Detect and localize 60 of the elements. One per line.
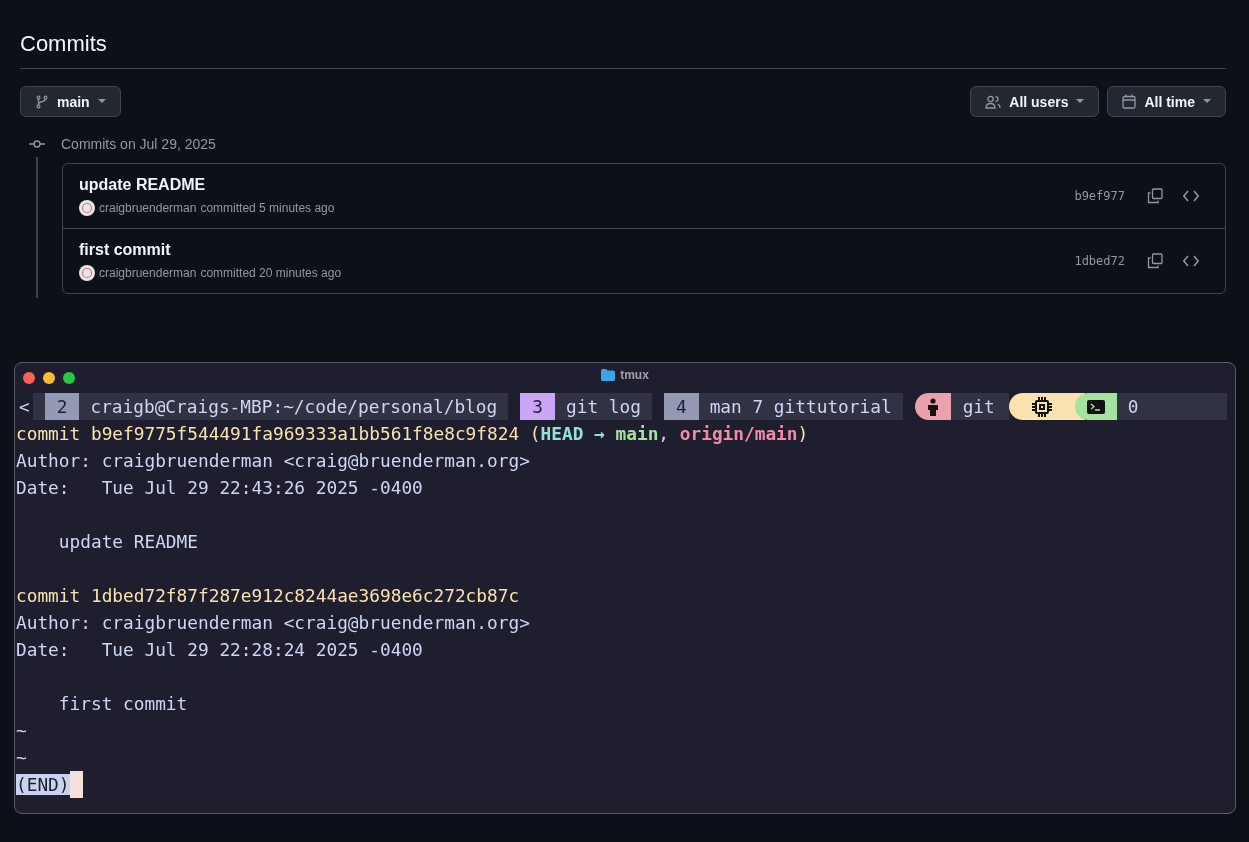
code-icon[interactable] [1183, 255, 1199, 267]
close-icon[interactable] [23, 372, 35, 384]
minimize-icon[interactable] [43, 372, 55, 384]
empty-line-marker: ~ [16, 720, 27, 741]
group-heading: Commits on Jul 29, 2025 [61, 136, 216, 152]
copy-icon[interactable] [1147, 188, 1163, 204]
head-ref-text: HEAD → [540, 423, 606, 444]
caret-icon [97, 99, 106, 104]
commit-message-link[interactable]: first commit [79, 241, 1061, 259]
window-name-tab[interactable]: git log [554, 393, 652, 420]
terminal-text: Author: craigbruenderman <craig@bruenderman.org> [16, 450, 530, 471]
avatar-icon [79, 265, 95, 281]
remote-ref-text: origin/main [679, 423, 798, 444]
commit-hash-text: commit b9ef9775f544491fa969333a1bb561f8e8c9f824 [16, 423, 520, 444]
pager-end-text: (END) [16, 774, 70, 795]
author-link[interactable]: craigbruenderman [99, 201, 197, 215]
commit-message-link[interactable]: update README [79, 176, 1061, 194]
terminal-text: Author: craigbruenderman <craig@bruenderman.org> [16, 612, 530, 633]
branch-button[interactable]: main [20, 86, 121, 117]
session-name: git [950, 393, 1009, 420]
empty-line-marker: ~ [16, 747, 27, 768]
commit-time-text: committed 20 minutes ago [200, 266, 342, 280]
copy-icon[interactable] [1147, 253, 1163, 269]
commit-hash-text: ) [797, 423, 809, 444]
commit-hash-text: ( [528, 423, 541, 444]
commit-hash-text: commit 1dbed72f87f287e912c8244ae3698e6c272cb87c [16, 585, 520, 606]
branch-ref-text: main [615, 423, 659, 444]
avatar-icon [79, 200, 95, 216]
people-icon [985, 94, 1002, 109]
commit-sha-link[interactable]: 1dbed72 [1074, 254, 1125, 268]
terminal-text: , [658, 423, 671, 444]
status-text: < [18, 395, 31, 419]
pane-count: 0 [1116, 393, 1227, 420]
page-title: Commits [20, 0, 1226, 69]
terminal-text: Date: Tue Jul 29 22:28:24 2025 -0400 [16, 639, 423, 660]
person-icon [926, 397, 939, 416]
terminal-icon [1086, 399, 1105, 414]
commit-sha-link[interactable]: b9ef977 [1074, 189, 1125, 203]
caret-icon [1076, 99, 1085, 104]
caret-icon [1203, 99, 1211, 104]
branch-icon [35, 94, 49, 109]
code-icon[interactable] [1183, 190, 1199, 202]
window-index-tab[interactable]: 3 [520, 393, 555, 420]
cpu-icon [1031, 396, 1052, 417]
window-index-tab[interactable]: 2 [44, 393, 80, 420]
commit-icon [29, 139, 45, 149]
window-index-tab[interactable]: 4 [663, 393, 699, 420]
commit-time-text: committed 5 minutes ago [200, 201, 335, 215]
window-name-tab[interactable]: craigb@Craigs-MBP:~/code/personal/blog [79, 393, 509, 420]
window-name-tab[interactable]: man 7 gittutorial [698, 393, 903, 420]
window-title: tmux [620, 368, 649, 382]
author-link[interactable]: craigbruenderman [99, 266, 197, 280]
terminal-text: update README [57, 531, 198, 552]
folder-icon [601, 369, 616, 381]
time-filter-button[interactable]: All time [1107, 86, 1226, 117]
calendar-icon [1122, 94, 1137, 109]
terminal-text: Date: Tue Jul 29 22:43:26 2025 -0400 [16, 477, 423, 498]
users-filter-button[interactable]: All users [970, 86, 1100, 117]
maximize-icon[interactable] [63, 372, 75, 384]
terminal-text: first commit [57, 693, 188, 714]
